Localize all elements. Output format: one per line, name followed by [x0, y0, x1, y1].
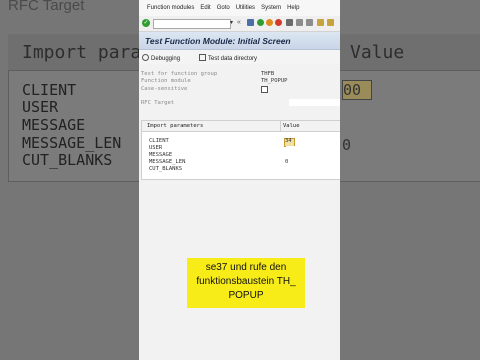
- test-group-label: Test for function group: [141, 71, 218, 77]
- screen-title: Test Function Module: Initial Screen: [145, 36, 291, 46]
- next-page-icon[interactable]: [327, 19, 334, 26]
- test-data-label: Test data directory: [208, 56, 258, 62]
- standard-toolbar: ✓ ▾ «: [139, 16, 340, 32]
- param-name-message-len: MESSAGE_LEN: [149, 159, 186, 165]
- import-parameters-table: Import parameters Value CLIENT USER MESS…: [141, 120, 340, 180]
- param-value-message[interactable]: [286, 153, 338, 159]
- back-history-icon[interactable]: «: [237, 19, 244, 26]
- save-icon[interactable]: [247, 19, 254, 26]
- param-name-message: MESSAGE: [149, 152, 173, 158]
- rfc-target-input[interactable]: [289, 99, 340, 106]
- rfc-target-label: RFC Target: [141, 100, 175, 106]
- debugging-button[interactable]: Debugging: [142, 54, 180, 62]
- param-name-cut-blanks: CUT_BLANKS: [149, 166, 183, 172]
- application-toolbar: Debugging Test data directory: [139, 50, 340, 64]
- case-sensitive-label: Case-sensitive: [141, 86, 188, 92]
- debugging-label: Debugging: [151, 56, 181, 62]
- bg-client-value: 00: [342, 80, 372, 100]
- test-data-icon: [199, 54, 206, 61]
- bg-header-value: Value: [350, 42, 405, 63]
- bg-row-message: MESSAGE: [22, 116, 86, 134]
- screen-title-bar: Test Function Module: Initial Screen: [139, 32, 340, 50]
- bg-message-len-value: 0: [342, 136, 352, 154]
- bg-row-client: CLIENT: [22, 81, 77, 99]
- header-value: Value: [283, 123, 300, 129]
- param-name-client: CLIENT: [149, 138, 169, 144]
- test-group-value: THFB: [261, 71, 275, 77]
- back-icon[interactable]: [257, 19, 264, 26]
- menu-edit[interactable]: Edit: [197, 5, 213, 11]
- bg-row-cut-blanks: CUT_BLANKS: [22, 151, 113, 169]
- video-caption: se37 und rufe den funktionsbaustein TH_ …: [187, 258, 305, 308]
- menu-help[interactable]: Help: [284, 5, 302, 11]
- bg-row-message-len: MESSAGE_LEN: [22, 134, 122, 152]
- menu-function-modules[interactable]: Function modules: [139, 5, 197, 11]
- command-dropdown-icon[interactable]: ▾: [230, 19, 233, 28]
- debugging-icon: [142, 54, 149, 61]
- caption-line-1: se37 und rufe den: [205, 262, 287, 273]
- print-icon[interactable]: [286, 19, 293, 26]
- param-value-cut-blanks[interactable]: [286, 167, 296, 173]
- command-field[interactable]: [153, 19, 231, 29]
- function-module-label: Function module: [141, 78, 191, 84]
- param-value-message-len[interactable]: 0: [285, 159, 288, 165]
- param-name-user: USER: [149, 145, 163, 151]
- header-import-parameters: Import parameters: [147, 123, 204, 129]
- menu-goto[interactable]: Goto: [214, 5, 233, 11]
- cancel-icon[interactable]: [275, 19, 282, 26]
- param-value-client[interactable]: 34: [285, 138, 292, 144]
- menu-utilities[interactable]: Utilities: [233, 5, 258, 11]
- menu-bar: Function modules Edit Goto Utilities Sys…: [139, 0, 340, 17]
- exit-icon[interactable]: [266, 19, 273, 26]
- caption-line-2: funktionsbaustein TH_: [196, 276, 296, 287]
- bg-row-user: USER: [22, 98, 59, 116]
- header-divider: [280, 121, 281, 131]
- case-sensitive-checkbox[interactable]: [261, 86, 268, 93]
- find-icon[interactable]: [296, 19, 303, 26]
- param-value-user[interactable]: [286, 146, 338, 152]
- menu-system[interactable]: System: [258, 5, 284, 11]
- test-data-directory-button[interactable]: Test data directory: [199, 54, 257, 62]
- find-next-icon[interactable]: [306, 19, 313, 26]
- first-page-icon[interactable]: [317, 19, 324, 26]
- caption-line-3: POPUP: [228, 290, 264, 301]
- function-module-value: TH_POPUP: [261, 78, 288, 84]
- enter-check-icon[interactable]: ✓: [142, 19, 150, 27]
- table-header: Import parameters Value: [142, 121, 340, 132]
